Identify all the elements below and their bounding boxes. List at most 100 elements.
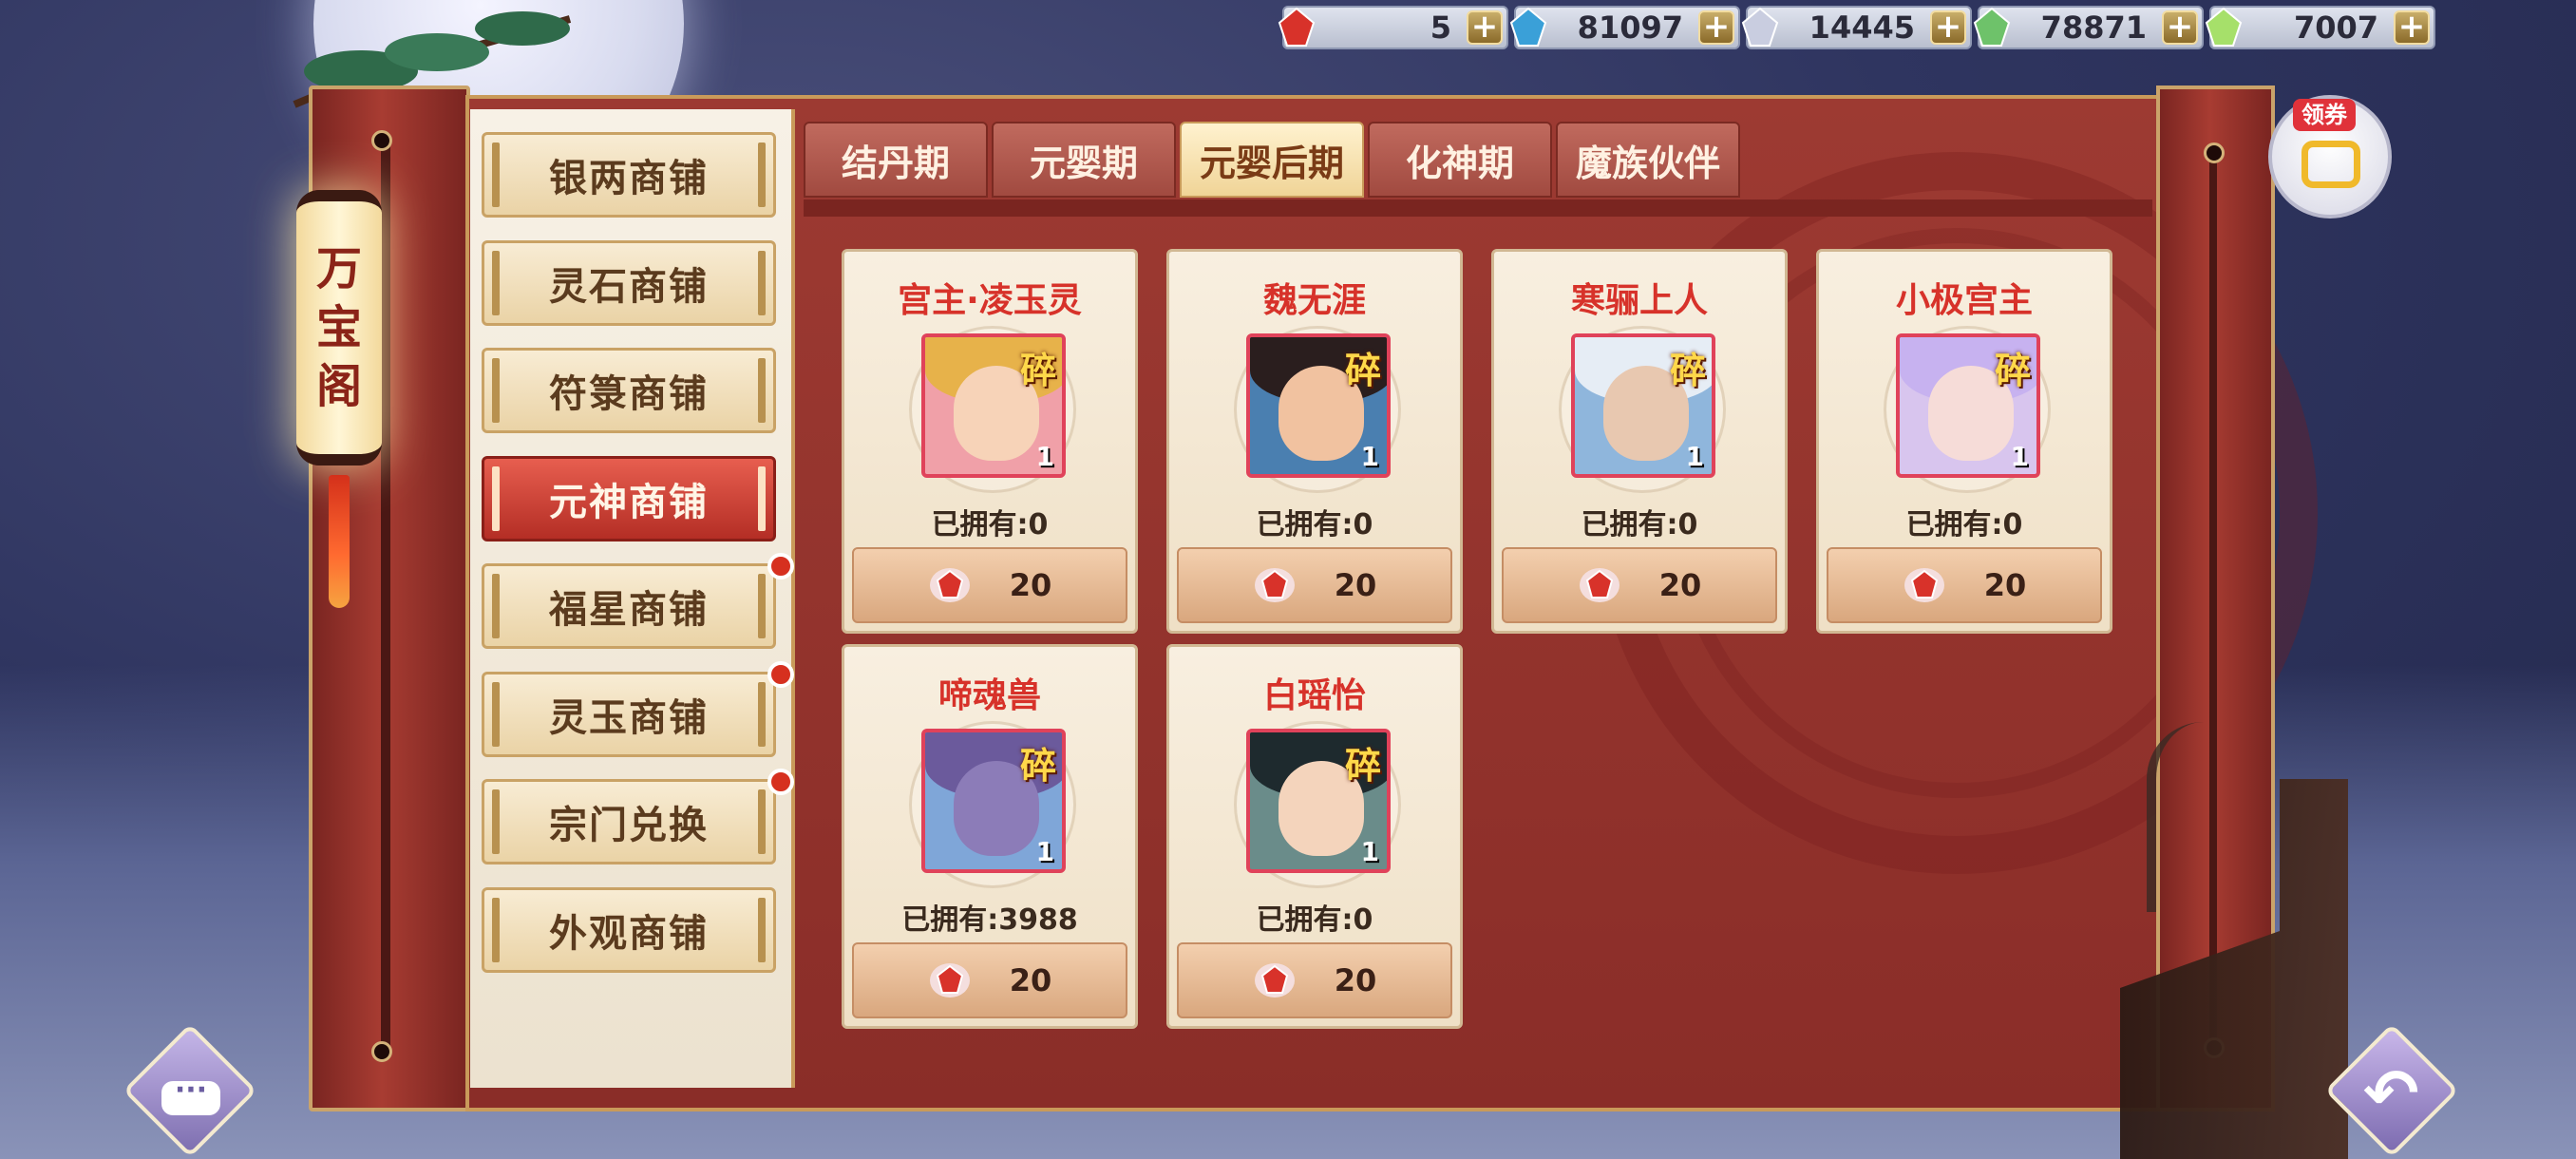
item-card[interactable]: 魏无涯碎 1 已拥有:0 20 xyxy=(1166,249,1463,634)
notification-dot-icon xyxy=(767,553,794,580)
buy-button[interactable]: 20 xyxy=(852,942,1127,1018)
shop-item-6[interactable]: 灵玉商铺 xyxy=(482,660,794,757)
item-card[interactable]: 小极宫主碎 1 已拥有:0 20 xyxy=(1816,249,2112,634)
tab-2[interactable]: 元婴期 xyxy=(992,122,1176,198)
fragment-badge: 碎 xyxy=(1344,745,1381,787)
shop-item-8[interactable]: 外观商铺 xyxy=(482,886,776,973)
currency-value: 14445 xyxy=(1809,10,1915,46)
tier-tabs: 结丹期 元婴期 元婴后期 化神期 魔族伙伴 xyxy=(804,122,1740,198)
shop-item-4[interactable]: 元神商铺 xyxy=(482,455,776,542)
shop-item-label: 元神商铺 xyxy=(549,480,709,524)
red-gem-icon xyxy=(1254,963,1295,998)
item-quantity: 1 xyxy=(1035,836,1054,867)
add-currency-button[interactable]: + xyxy=(1698,10,1734,45)
currency-bar: 5 +81097 +14445 +78871 +7007 + xyxy=(1278,6,2435,49)
item-name: 宫主·凌玉灵 xyxy=(898,281,1082,320)
character-portrait[interactable]: 碎1 xyxy=(1246,729,1391,873)
buy-button[interactable]: 20 xyxy=(1827,547,2102,623)
owned-count: 已拥有:3988 xyxy=(901,903,1078,937)
shop-item-label: 银两商铺 xyxy=(549,157,709,200)
price-label: 20 xyxy=(1983,567,2027,603)
tab-1[interactable]: 结丹期 xyxy=(804,122,988,198)
red-gem-icon xyxy=(1579,568,1619,602)
silver-cloud-icon xyxy=(1741,7,1779,47)
item-quantity: 1 xyxy=(1685,441,1704,472)
currency-2: 81097 + xyxy=(1509,6,1740,49)
shop-item-label: 福星商铺 xyxy=(549,588,709,632)
item-name: 小极宫主 xyxy=(1895,281,2033,320)
shop-item-cap-right xyxy=(758,142,766,207)
lantern-char-3: 阁 xyxy=(315,360,362,413)
character-portrait[interactable]: 碎1 xyxy=(1896,333,2040,478)
shop-item-cap-left xyxy=(492,681,500,747)
currency-value: 7007 xyxy=(2293,10,2378,46)
fragment-badge: 碎 xyxy=(1669,350,1706,391)
buy-button[interactable]: 20 xyxy=(1177,547,1452,623)
shop-item-cap-right xyxy=(758,897,766,962)
back-arrow-icon: ↶ xyxy=(2363,1054,2419,1132)
rainbow-crystal-icon xyxy=(2205,7,2243,47)
fragment-badge: 碎 xyxy=(1019,745,1056,787)
item-card[interactable]: 寒骊上人碎 1 已拥有:0 20 xyxy=(1491,249,1788,634)
character-portrait[interactable]: 碎1 xyxy=(921,729,1066,873)
buy-button[interactable]: 20 xyxy=(852,547,1127,623)
chat-bubble-icon: ··· xyxy=(161,1076,220,1115)
tab-5[interactable]: 魔族伙伴 xyxy=(1556,122,1740,198)
shop-item-cap-left xyxy=(492,789,500,854)
shop-item-cap-right xyxy=(758,681,766,747)
currency-3: 14445 + xyxy=(1741,6,1972,49)
shop-list: 银两商铺灵石商铺符箓商铺元神商铺福星商铺灵玉商铺宗门兑换外观商铺 xyxy=(470,109,795,1088)
notification-dot-icon xyxy=(767,769,794,795)
item-quantity: 1 xyxy=(2010,441,2029,472)
buy-button[interactable]: 20 xyxy=(1177,942,1452,1018)
red-gem-icon xyxy=(1904,568,1944,602)
owned-count: 已拥有:0 xyxy=(1905,508,2023,542)
owned-count: 已拥有:0 xyxy=(931,508,1049,542)
add-currency-button[interactable]: + xyxy=(1467,10,1503,45)
owned-count: 已拥有:0 xyxy=(1256,508,1373,542)
item-name: 啼魂兽 xyxy=(938,676,1041,715)
item-name: 寒骊上人 xyxy=(1570,281,1708,320)
character-portrait[interactable]: 碎1 xyxy=(921,333,1066,478)
crane-decoration xyxy=(2147,722,2261,912)
item-card[interactable]: 宫主·凌玉灵碎 1 已拥有:0 20 xyxy=(842,249,1138,634)
character-portrait[interactable]: 碎1 xyxy=(1571,333,1715,478)
price-label: 20 xyxy=(1334,567,1377,603)
blue-crystal-icon xyxy=(1509,7,1547,47)
tab-4[interactable]: 化神期 xyxy=(1368,122,1552,198)
scroll-rod xyxy=(381,142,390,1054)
tab-underline xyxy=(804,200,2152,217)
add-currency-button[interactable]: + xyxy=(2394,10,2430,45)
currency-1: 5 + xyxy=(1278,6,1508,49)
add-currency-button[interactable]: + xyxy=(2162,10,2198,45)
lantern-tassel xyxy=(329,475,350,608)
shop-item-5[interactable]: 福星商铺 xyxy=(482,553,794,649)
shop-item-3[interactable]: 符箓商铺 xyxy=(482,348,776,433)
shop-item-7[interactable]: 宗门兑换 xyxy=(482,769,794,864)
lantern-char-2: 宝 xyxy=(315,301,362,354)
owned-count: 已拥有:0 xyxy=(1581,508,1698,542)
price-label: 20 xyxy=(1334,962,1377,998)
tab-3[interactable]: 元婴后期 xyxy=(1180,122,1364,198)
item-name: 魏无涯 xyxy=(1262,281,1366,320)
lantern-char-1: 万 xyxy=(315,242,362,295)
shop-item-1[interactable]: 银两商铺 xyxy=(482,132,776,218)
rod-knob-bottom xyxy=(371,1041,392,1062)
red-gem-icon xyxy=(1254,568,1295,602)
right-rod-knob-top xyxy=(2204,142,2225,163)
shop-item-cap-right xyxy=(758,466,766,531)
item-name: 白瑶怡 xyxy=(1262,676,1366,715)
coupon-label: 领券 xyxy=(2293,99,2356,131)
item-card[interactable]: 啼魂兽碎 1 已拥有:3988 20 xyxy=(842,644,1138,1029)
lantern-title: 万 宝 阁 xyxy=(296,190,382,466)
shop-item-2[interactable]: 灵石商铺 xyxy=(482,239,776,326)
buy-button[interactable]: 20 xyxy=(1502,547,1777,623)
shop-item-label: 灵玉商铺 xyxy=(549,695,709,740)
shop-item-label: 宗门兑换 xyxy=(549,804,709,847)
add-currency-button[interactable]: + xyxy=(1930,10,1966,45)
character-portrait[interactable]: 碎1 xyxy=(1246,333,1391,478)
currency-value: 5 xyxy=(1430,10,1451,46)
shop-item-cap-left xyxy=(492,466,500,531)
owned-count: 已拥有:0 xyxy=(1256,903,1373,937)
item-card[interactable]: 白瑶怡碎 1 已拥有:0 20 xyxy=(1166,644,1463,1029)
